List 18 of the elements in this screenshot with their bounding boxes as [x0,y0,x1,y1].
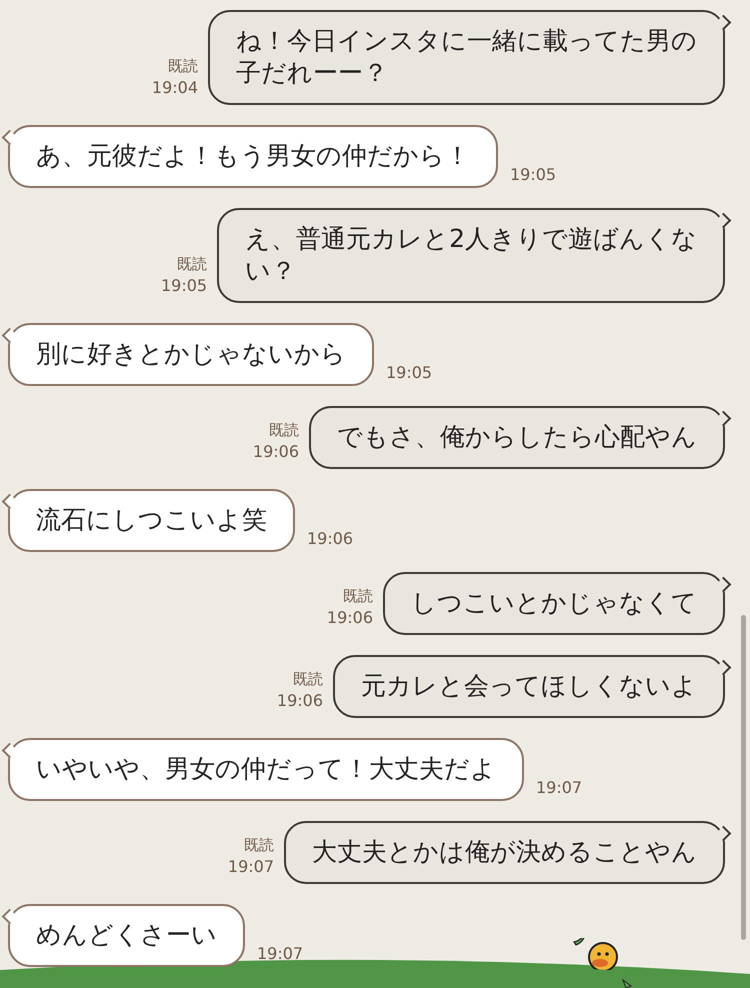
message-time: 19:06 [326,607,373,629]
read-receipt: 既読 [293,669,323,690]
message-time: 19:07 [536,777,582,799]
message-time: 19:05 [160,275,208,297]
read-receipt: 既読 [244,835,274,856]
message-time: 19:07 [228,856,274,878]
read-receipt: 既読 [269,420,299,441]
message-time: 19:05 [386,362,432,384]
scrollbar[interactable] [741,615,746,940]
message-time: 19:06 [276,690,323,712]
read-receipt: 既読 [168,56,198,77]
message-time: 19:05 [510,164,556,186]
read-receipt: 既読 [343,586,373,607]
read-receipt: 既読 [177,254,208,275]
message-time: 19:06 [252,441,299,463]
message-time: 19:04 [152,77,198,99]
message-time: 19:07 [257,943,304,965]
message-time: 19:06 [307,528,354,550]
